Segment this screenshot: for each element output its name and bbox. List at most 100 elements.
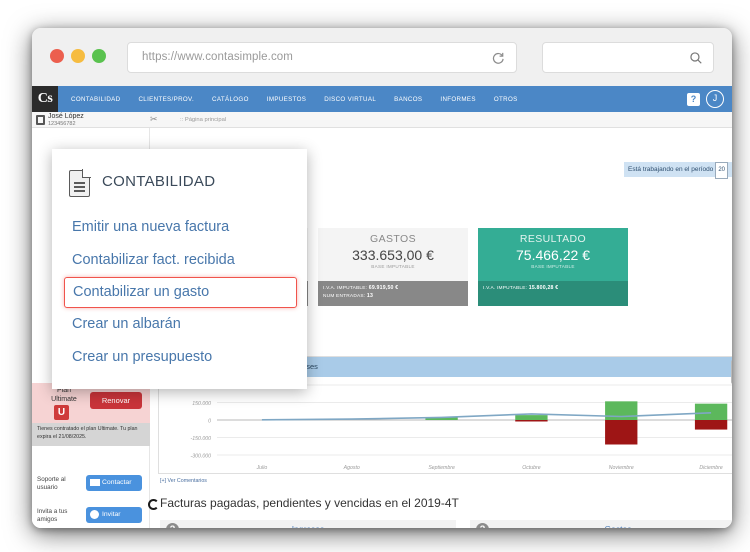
loading-spinner-icon bbox=[148, 499, 159, 510]
nav-item-catalogo[interactable]: CATÁLOGO bbox=[203, 96, 258, 103]
kpi-foot-label: I.V.A. IMPUTABLE: bbox=[483, 286, 528, 291]
dropdown-title: CONTABILIDAD bbox=[102, 173, 216, 190]
envelope-icon bbox=[90, 479, 100, 486]
svg-text:Diciembre: Diciembre bbox=[699, 465, 722, 471]
close-window-button[interactable] bbox=[50, 49, 64, 63]
invite-row: Invita a tus amigos Invitar bbox=[32, 506, 150, 528]
globe-icon bbox=[90, 510, 99, 519]
invoice-column-label[interactable]: Gastos bbox=[470, 520, 732, 528]
dropdown-item-crear-albaran[interactable]: Crear un albarán bbox=[52, 308, 307, 341]
dropdown-item-emitir-factura[interactable]: Emitir una nueva factura bbox=[52, 211, 307, 244]
search-icon bbox=[689, 51, 703, 65]
svg-text:-300.000: -300.000 bbox=[191, 454, 212, 460]
dropdown-item-crear-presupuesto[interactable]: Crear un presupuesto bbox=[52, 341, 307, 374]
period-banner: Está trabajando en el período 20 bbox=[624, 162, 732, 179]
kpi-foot-value-2: 13 bbox=[366, 292, 374, 299]
dropdown-item-contabilizar-fact-recibida[interactable]: Contabilizar fact. recibida bbox=[52, 244, 307, 277]
user-tax-id: 123456782 bbox=[48, 121, 76, 127]
nav-item-disco-virtual[interactable]: DISCO VIRTUAL bbox=[315, 96, 385, 103]
invite-button[interactable]: Invitar bbox=[86, 507, 142, 523]
kpi-footer: I.V.A. IMPUTABLE: 69.919,50 € NUM ENTRAD… bbox=[318, 281, 468, 306]
nav-item-impuestos[interactable]: IMPUESTOS bbox=[258, 96, 315, 103]
nav-item-otros[interactable]: OTROS bbox=[485, 96, 527, 103]
invoice-column-label[interactable]: Ingresos bbox=[160, 520, 456, 528]
browser-window: https://www.contasimple.com Cs CONTABILI… bbox=[32, 28, 732, 528]
maximize-window-button[interactable] bbox=[92, 49, 106, 63]
contact-button-label: Contactar bbox=[102, 479, 132, 486]
nav-item-contabilidad[interactable]: CONTABILIDAD bbox=[62, 96, 129, 103]
chart-plot: 300.000150.0000-150.000-300.000JulioAgos… bbox=[159, 377, 732, 475]
invoice-column-gastos: ? Gastos bbox=[470, 520, 732, 528]
view-comments-link[interactable]: [+] Ver Comentarios bbox=[160, 478, 207, 484]
svg-text:Noviembre: Noviembre bbox=[609, 465, 634, 471]
user-strip: José López 123456782 ✂ :: Página princip… bbox=[32, 112, 732, 128]
invite-button-label: Invitar bbox=[102, 511, 121, 518]
kpi-card-resultado: RESULTADO 75.466,22 € BASE IMPUTABLE I.V… bbox=[478, 228, 628, 306]
support-row: Soporte al usuario Contactar bbox=[32, 473, 150, 503]
period-banner-label: Está trabajando en el período bbox=[628, 166, 714, 173]
kpi-footer: I.V.A. IMPUTABLE: 15.800,28 € bbox=[478, 281, 628, 306]
nav-item-bancos[interactable]: BANCOS bbox=[385, 96, 431, 103]
kpi-foot-line1: I.V.A. IMPUTABLE: 69.919,50 € bbox=[323, 285, 463, 293]
kpi-title: GASTOS bbox=[370, 233, 416, 245]
kpi-head: GASTOS 333.653,00 € BASE IMPUTABLE bbox=[318, 228, 468, 281]
document-icon-line bbox=[74, 182, 85, 184]
dropdown-items: Emitir una nueva factura Contabilizar fa… bbox=[52, 211, 307, 374]
support-label: Soporte al usuario bbox=[37, 476, 66, 491]
svg-text:Septiembre: Septiembre bbox=[428, 465, 455, 471]
window-controls[interactable] bbox=[50, 49, 106, 63]
renew-button[interactable]: Renovar bbox=[90, 392, 142, 409]
plan-label: Plan Ultimate bbox=[51, 387, 77, 403]
contact-button[interactable]: Contactar bbox=[86, 475, 142, 491]
plan-badge-icon: U bbox=[54, 405, 69, 420]
browser-search-input[interactable] bbox=[542, 42, 714, 73]
nav-item-clientes-prov[interactable]: CLIENTES/PROV. bbox=[129, 96, 203, 103]
svg-text:Octubre: Octubre bbox=[522, 465, 541, 471]
help-icon[interactable]: ? bbox=[687, 92, 700, 106]
address-bar[interactable]: https://www.contasimple.com bbox=[127, 42, 517, 73]
kpi-head: RESULTADO 75.466,22 € BASE IMPUTABLE bbox=[478, 228, 628, 281]
navbar-right-actions: ? J bbox=[687, 86, 724, 112]
contabilidad-dropdown-menu[interactable]: CONTABILIDAD Emitir una nueva factura Co… bbox=[52, 149, 307, 389]
kpi-foot-line1: I.V.A. IMPUTABLE: 15.800,28 € bbox=[483, 285, 623, 293]
id-card-icon bbox=[36, 115, 45, 125]
document-icon-line bbox=[74, 190, 85, 192]
app-navbar: Cs CONTABILIDAD CLIENTES/PROV. CATÁLOGO … bbox=[32, 86, 732, 112]
kpi-subtitle: BASE IMPUTABLE bbox=[371, 264, 415, 269]
kpi-value: 75.466,22 € bbox=[516, 247, 590, 263]
svg-text:Agosto: Agosto bbox=[343, 465, 360, 471]
invoice-column-ingresos: ? Ingresos bbox=[160, 520, 456, 528]
browser-toolbar: https://www.contasimple.com bbox=[32, 28, 732, 86]
plan-box: Plan Ultimate U Renovar bbox=[32, 383, 150, 423]
kpi-foot-label-2: NUM ENTRADAS: bbox=[323, 293, 366, 299]
nav-item-informes[interactable]: INFORMES bbox=[431, 96, 484, 103]
invoices-section-title: Facturas pagadas, pendientes y vencidas … bbox=[160, 496, 459, 510]
plan-note: Tienes contratado el plan Ultimate. Tu p… bbox=[32, 423, 150, 446]
kpi-foot-value: 69.919,50 € bbox=[368, 285, 399, 291]
kpi-value: 333.653,00 € bbox=[352, 247, 434, 263]
invite-label: Invita a tus amigos bbox=[37, 508, 68, 523]
kpi-title: RESULTADO bbox=[519, 233, 587, 245]
minimize-window-button[interactable] bbox=[71, 49, 85, 63]
svg-text:150.000: 150.000 bbox=[192, 401, 211, 407]
avatar[interactable]: J bbox=[706, 90, 724, 108]
document-icon bbox=[69, 169, 91, 197]
period-value[interactable]: 20 bbox=[715, 162, 728, 179]
dropdown-item-contabilizar-un-gasto[interactable]: Contabilizar un gasto bbox=[64, 277, 297, 308]
brand-logo[interactable]: Cs bbox=[32, 86, 58, 112]
url-text: https://www.contasimple.com bbox=[142, 51, 293, 63]
kpi-foot-value: 15.800,28 € bbox=[528, 285, 559, 291]
kpi-card-gastos: GASTOS 333.653,00 € BASE IMPUTABLE I.V.A… bbox=[318, 228, 468, 306]
reload-icon[interactable] bbox=[491, 51, 505, 65]
svg-text:0: 0 bbox=[208, 419, 211, 425]
document-icon-line bbox=[74, 186, 85, 188]
svg-text:-150.000: -150.000 bbox=[191, 436, 212, 442]
svg-text:Julio: Julio bbox=[256, 465, 268, 471]
user-name: José López bbox=[48, 113, 84, 120]
kpi-foot-label: I.V.A. IMPUTABLE: bbox=[323, 286, 368, 291]
kpi-foot-line2: NUM ENTRADAS: 13 bbox=[323, 293, 463, 301]
breadcrumb: :: Página principal bbox=[180, 117, 227, 123]
scissors-icon[interactable]: ✂ bbox=[150, 115, 158, 124]
nav-items: CONTABILIDAD CLIENTES/PROV. CATÁLOGO IMP… bbox=[62, 86, 527, 112]
kpi-subtitle: BASE IMPUTABLE bbox=[531, 264, 575, 269]
